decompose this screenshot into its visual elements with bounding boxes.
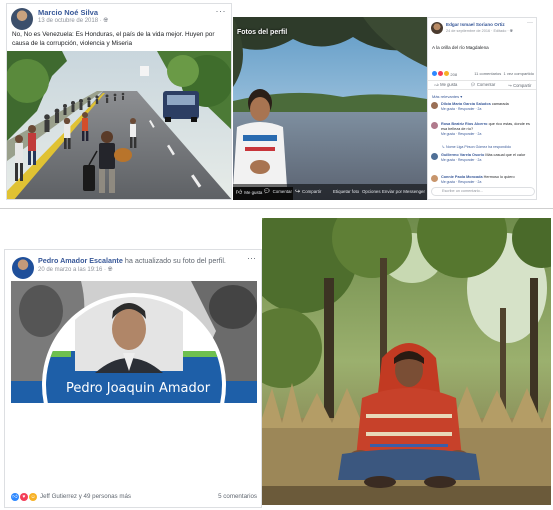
post-card-profile-update: Pedro Amador Escalante ha actualizado su…: [4, 249, 262, 508]
comments-count[interactable]: 5 comentarios: [218, 493, 257, 500]
commenter-name[interactable]: Dilcia María García Saludos: [441, 102, 491, 106]
post-footer: 👍︎ ♥ ☺ Jeff Gutierrez y 49 personas más …: [11, 492, 257, 504]
sidebar-action-buttons: 👍︎ Me gusta 💬︎ Comentar ↪ Compartir: [428, 80, 536, 90]
post-author-name[interactable]: Marcio Noé Silva: [38, 8, 98, 17]
highway-photo-illustration: [7, 51, 231, 199]
share-button[interactable]: ↪ Compartir: [508, 83, 531, 88]
share-icon: ↪: [295, 189, 301, 195]
reaction-count[interactable]: 208: [450, 72, 457, 77]
author-avatar[interactable]: [12, 257, 34, 279]
commenter-avatar[interactable]: [431, 102, 438, 109]
action-options[interactable]: Opciones: [362, 189, 381, 194]
share-count[interactable]: 1 vez compartido: [504, 71, 534, 76]
photo-album-title[interactable]: Fotos del perfil: [237, 29, 287, 36]
comment-text: Hermoso lo quiero: [483, 175, 515, 179]
commenter-avatar[interactable]: [431, 175, 438, 182]
comment-actions[interactable]: Me gusta · Responder · 2a: [441, 180, 535, 185]
post-action-text: ha actualizado su foto del perfil.: [122, 256, 226, 265]
like-reaction-icon: [432, 71, 437, 76]
photo-viewer: Fotos del perfil 👍︎ Me gusta 💬︎ Comentar ↪…: [233, 17, 427, 200]
author-avatar[interactable]: [11, 8, 33, 30]
profile-photo-update[interactable]: Pedro Joaquin Amador: [11, 281, 257, 403]
commenter-name[interactable]: Rosa Beatriz Ríos Alcerro: [441, 122, 488, 126]
action-like[interactable]: 👍︎ Me gusta: [236, 188, 262, 197]
commenter-avatar[interactable]: [431, 153, 438, 160]
post-text: No, No es Venezuela: Es Honduras, el paí…: [12, 31, 215, 47]
action-tag-photo[interactable]: Etiquetar foto: [333, 189, 359, 194]
forest-photo-illustration: [262, 218, 551, 505]
sidebar-author-name[interactable]: Edgar Ismael Soriano Ortiz: [446, 22, 505, 27]
comment-icon: 💬︎: [263, 189, 271, 195]
comment-count[interactable]: 11 comentarios: [474, 71, 501, 76]
love-reaction-icon: ♥: [20, 493, 28, 501]
comment-sort-dropdown[interactable]: Más relevantes ▾: [432, 94, 462, 99]
post-photo-highway-migrants[interactable]: [7, 51, 231, 199]
replies-link[interactable]: ↳ Nome Liga Pirson Gómez ha respondido: [442, 145, 511, 149]
reactions-summary[interactable]: Jeff Gutierrez y 49 personas más: [40, 493, 131, 500]
river-portrait-photo[interactable]: [233, 17, 427, 200]
wow-reaction-icon: [444, 71, 450, 76]
photo-action-bar: 👍︎ Me gusta 💬︎ Comentar ↪ Compartir Etiquet…: [233, 184, 427, 200]
like-icon: 👍︎: [434, 82, 439, 87]
action-send-messenger[interactable]: Enviar por Messenger: [382, 189, 425, 194]
comment-text: Más casual que el calor: [485, 153, 526, 157]
post-header: Pedro Amador Escalante ha actualizado su…: [38, 256, 226, 265]
post-author-name[interactable]: Pedro Amador Escalante: [38, 256, 123, 265]
section-divider: [0, 208, 553, 209]
commenter-avatar[interactable]: [431, 122, 438, 129]
write-comment-input[interactable]: Escribe un comentario...: [431, 187, 535, 196]
id-card-number: 0501-1979-04: [89, 462, 167, 475]
post-date[interactable]: 20 de marzo a las 19:16 · 🌐︎: [38, 267, 113, 274]
share-icon: ↪: [508, 82, 512, 88]
action-share[interactable]: ↪ Compartir: [295, 188, 321, 195]
comment-actions[interactable]: Me gusta · Responder · 2a: [441, 107, 535, 112]
post-options-menu[interactable]: ···: [216, 6, 227, 16]
like-button[interactable]: 👍︎ Me gusta: [435, 82, 458, 88]
comment-button[interactable]: 💬︎ Comentar: [470, 82, 495, 88]
post-options-menu[interactable]: ···: [247, 253, 256, 263]
sidebar-author-avatar[interactable]: [431, 22, 443, 34]
id-card-name: Pedro Joaquin Amador: [66, 381, 211, 396]
commenter-name[interactable]: Connie Paola Moncada: [441, 175, 483, 179]
post-date[interactable]: 13 de octubre de 2018 · 🌐︎: [38, 18, 108, 25]
globe-icon: 🌐︎: [509, 29, 513, 33]
comment-icon: 💬︎: [470, 82, 476, 87]
comment-text: camarada: [491, 102, 509, 106]
comment-actions[interactable]: Me gusta · Responder · 2a: [441, 132, 535, 137]
love-reaction-icon: [438, 71, 444, 76]
photo-sidebar: Edgar Ismael Soriano Ortiz 24 de septiem…: [427, 17, 537, 200]
sidebar-options-menu[interactable]: ···: [527, 20, 533, 26]
haha-reaction-icon: ☺: [29, 493, 37, 501]
reaction-icons[interactable]: [432, 71, 450, 77]
photo-caption: A la orilla del río Magdalena: [432, 45, 489, 50]
comment-actions[interactable]: Me gusta · Responder · 2a: [441, 158, 535, 163]
post-card-top: Marcio Noé Silva 13 de octubre de 2018 ·…: [6, 3, 232, 200]
reply-arrow-icon: ↳: [442, 145, 446, 149]
reaction-stats: 208 11 comentarios 1 vez compartido: [432, 71, 534, 77]
commenter-name[interactable]: Guillermo Varela Osorio: [441, 153, 484, 157]
forest-portrait-photo[interactable]: [262, 218, 551, 505]
globe-icon: 🌐︎: [107, 267, 113, 273]
like-icon: 👍︎: [236, 190, 243, 196]
globe-icon: 🌐︎: [103, 18, 109, 24]
sidebar-post-meta: 24 de septiembre de 2016 · Editado · 🌐︎: [446, 29, 513, 33]
reaction-icons[interactable]: 👍︎ ♥ ☺: [11, 493, 37, 501]
like-reaction-icon: 👍︎: [11, 493, 19, 501]
action-comment[interactable]: 💬︎ Comentar: [263, 188, 292, 195]
